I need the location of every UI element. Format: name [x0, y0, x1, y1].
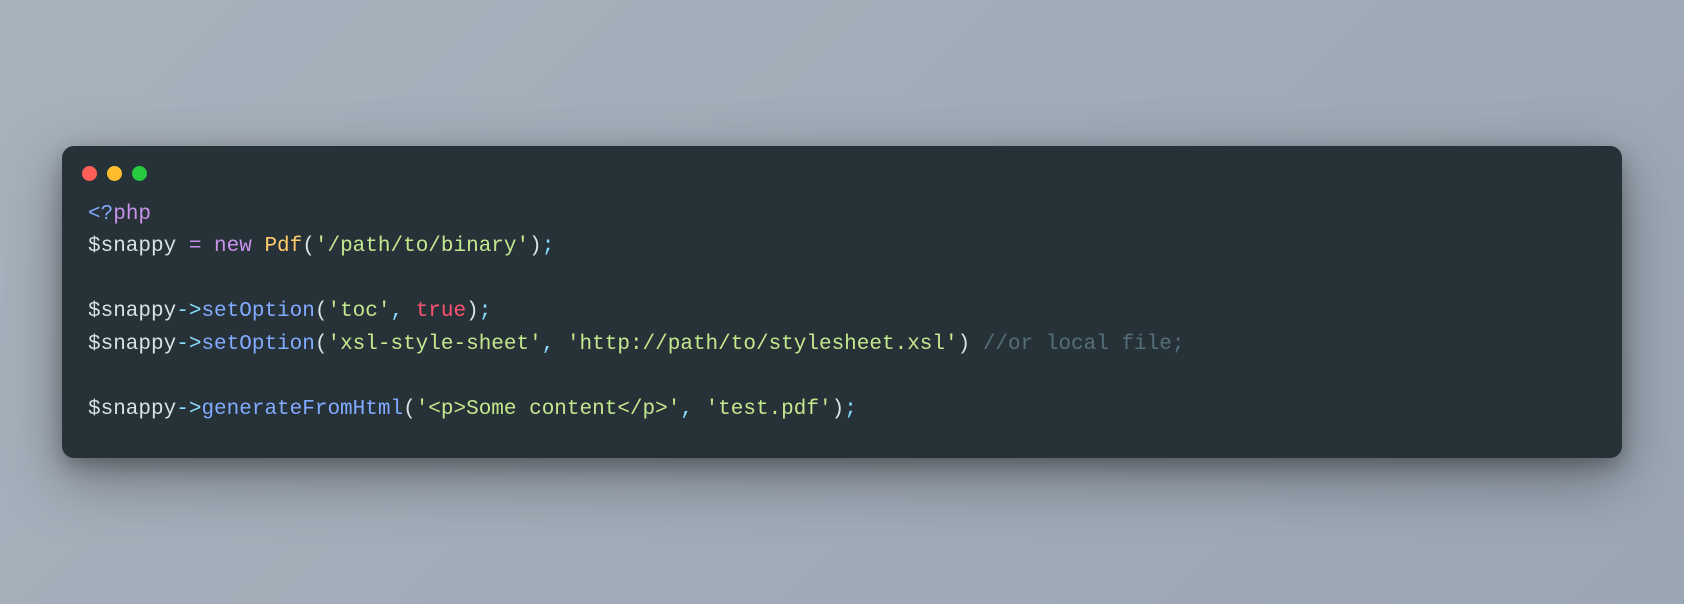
- method-setoption: setOption: [201, 333, 314, 356]
- space: [252, 235, 265, 258]
- code-window: <?php $snappy = new Pdf('/path/to/binary…: [62, 146, 1622, 459]
- method-generatefromhtml: generateFromHtml: [201, 398, 403, 421]
- comment-local-file: //or local file;: [983, 333, 1185, 356]
- semicolon: ;: [479, 300, 492, 323]
- string-stylesheet-url: 'http://path/to/stylesheet.xsl': [567, 333, 958, 356]
- paren-close: ): [832, 398, 845, 421]
- variable-snappy: $snappy: [88, 398, 176, 421]
- window-titlebar: [62, 146, 1622, 187]
- maximize-icon[interactable]: [132, 166, 147, 181]
- paren-open: (: [315, 300, 328, 323]
- semicolon: ;: [844, 398, 857, 421]
- method-setoption: setOption: [201, 300, 314, 323]
- operator-assign: =: [176, 235, 214, 258]
- paren-open: (: [302, 235, 315, 258]
- comma: ,: [390, 300, 403, 323]
- arrow-operator: ->: [176, 333, 201, 356]
- comma: ,: [680, 398, 693, 421]
- string-xsl-style-sheet: 'xsl-style-sheet': [327, 333, 541, 356]
- string-binary-path: '/path/to/binary': [315, 235, 529, 258]
- php-open-tag-keyword: php: [113, 203, 151, 226]
- php-open-tag-bracket: <?: [88, 203, 113, 226]
- boolean-true: true: [416, 300, 466, 323]
- string-html-content: '<p>Some content</p>': [416, 398, 681, 421]
- space: [970, 333, 983, 356]
- paren-open: (: [403, 398, 416, 421]
- paren-close: ): [958, 333, 971, 356]
- variable-snappy: $snappy: [88, 300, 176, 323]
- variable-snappy: $snappy: [88, 235, 176, 258]
- space: [693, 398, 706, 421]
- paren-close: ): [529, 235, 542, 258]
- code-block: <?php $snappy = new Pdf('/path/to/binary…: [62, 187, 1622, 459]
- string-output-filename: 'test.pdf': [706, 398, 832, 421]
- string-toc: 'toc': [327, 300, 390, 323]
- close-icon[interactable]: [82, 166, 97, 181]
- keyword-new: new: [214, 235, 252, 258]
- class-pdf: Pdf: [264, 235, 302, 258]
- minimize-icon[interactable]: [107, 166, 122, 181]
- paren-open: (: [315, 333, 328, 356]
- arrow-operator: ->: [176, 398, 201, 421]
- arrow-operator: ->: [176, 300, 201, 323]
- space: [403, 300, 416, 323]
- comma: ,: [542, 333, 555, 356]
- paren-close: ): [466, 300, 479, 323]
- space: [554, 333, 567, 356]
- semicolon: ;: [542, 235, 555, 258]
- variable-snappy: $snappy: [88, 333, 176, 356]
